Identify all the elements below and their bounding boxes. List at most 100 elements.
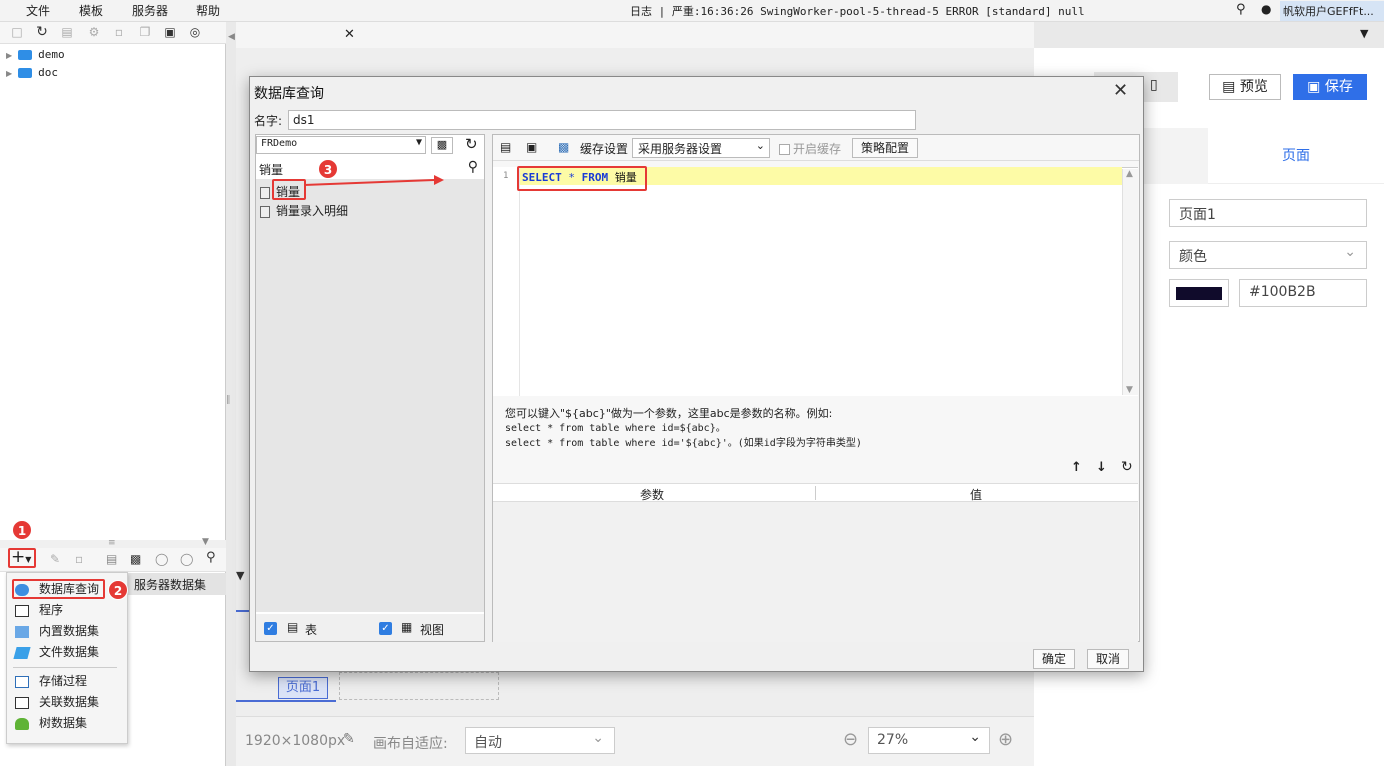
edit-size-icon[interactable]: ✎ xyxy=(343,731,355,747)
expand-arrow-icon[interactable]: ▶ xyxy=(6,69,12,78)
close-icon[interactable]: ✕ xyxy=(1113,80,1128,101)
save-query-icon[interactable]: ▣ xyxy=(526,140,537,154)
line-number: 1 xyxy=(503,171,509,181)
chevron-down-icon: ⌄ xyxy=(755,139,765,152)
query-icon[interactable]: ▩ xyxy=(130,552,141,566)
scroll-up-icon[interactable]: ▲ xyxy=(1126,169,1133,179)
checkbox-box[interactable] xyxy=(779,144,790,155)
name-label: 名字: xyxy=(254,114,283,128)
database-select[interactable]: FRDemo ▼ xyxy=(256,136,426,154)
show-views-checkbox[interactable]: ✓ xyxy=(379,622,392,635)
lock-icon[interactable]: ▣ xyxy=(163,25,177,39)
drag-handle-icon[interactable]: ≡ xyxy=(108,538,116,548)
param-table[interactable] xyxy=(493,502,1138,642)
settings-icon[interactable]: ⚙ xyxy=(87,25,101,39)
sql-editor[interactable] xyxy=(493,167,1138,396)
database-icon[interactable]: ◯ xyxy=(155,552,168,566)
scroll-down-icon[interactable]: ▼ xyxy=(1126,385,1133,395)
color-hex-field[interactable]: #100B2B xyxy=(1239,279,1367,307)
search-icon[interactable]: ⚲ xyxy=(468,159,478,175)
refresh-icon[interactable]: ↻ xyxy=(465,135,478,153)
collapse-left-icon[interactable]: ◀ xyxy=(228,32,235,42)
template-icon[interactable]: ▤ xyxy=(60,25,74,39)
dialog-title: 数据库查询 xyxy=(254,86,324,102)
folder-icon xyxy=(18,50,33,60)
menu-item-relation[interactable]: 关联数据集 xyxy=(15,692,99,712)
splitter-handle-icon[interactable]: ‖ xyxy=(226,395,236,405)
canvas-size: 1920×1080px xyxy=(245,733,346,749)
ok-button[interactable]: 确定 xyxy=(1033,649,1075,669)
embedded-table-icon xyxy=(15,625,29,638)
file-icon xyxy=(13,646,31,659)
page-label[interactable]: 页面1 xyxy=(278,677,328,699)
zoom-in-icon[interactable]: ⊕ xyxy=(998,730,1013,750)
search-icon[interactable]: ⚲ xyxy=(1236,2,1246,17)
tab-page[interactable]: 页面 xyxy=(1208,128,1384,184)
menu-item-program[interactable]: 程序 xyxy=(15,600,63,620)
delete-icon[interactable]: ▫ xyxy=(112,25,126,39)
tree-item-doc[interactable]: ▶ doc xyxy=(6,66,58,79)
step-badge-1: 1 xyxy=(12,520,32,540)
locate-icon[interactable]: ◎ xyxy=(188,25,202,39)
cancel-button[interactable]: 取消 xyxy=(1087,649,1129,669)
close-tab-icon[interactable]: ✕ xyxy=(344,27,355,42)
fit-select[interactable]: 自动 ⌄ xyxy=(465,727,615,754)
expand-arrow-icon[interactable]: ▶ xyxy=(6,51,12,60)
param-hint: 您可以键入"${abc}"做为一个参数，这里abc是参数的名称。例如: sele… xyxy=(505,407,862,449)
enable-cache-checkbox[interactable]: 开启缓存 xyxy=(779,140,841,157)
refresh-icon[interactable]: ↻ xyxy=(35,25,49,39)
tab-menu-icon[interactable]: ▼ xyxy=(1360,27,1368,40)
copy-icon[interactable]: ❐ xyxy=(138,25,152,39)
menu-item-embedded[interactable]: 内置数据集 xyxy=(15,621,99,641)
collapse-panel-icon[interactable]: ▼ xyxy=(236,569,244,582)
search-dataset-icon[interactable]: ⚲ xyxy=(206,550,216,565)
color-swatch[interactable] xyxy=(1176,287,1222,300)
preview-button[interactable]: ▤ 预览 xyxy=(1209,74,1281,100)
menu-help[interactable]: 帮助 xyxy=(196,2,220,19)
cache-icon: ▩ xyxy=(558,140,570,154)
server-dataset-label[interactable]: 服务器数据集 xyxy=(128,573,226,595)
chevron-down-icon: ▼ xyxy=(415,137,422,148)
preview-dataset-icon[interactable]: ▤ xyxy=(106,552,117,566)
log-message[interactable]: 日志 | 严重:16:36:26 SwingWorker-pool-5-thre… xyxy=(630,3,1085,19)
user-account[interactable]: 帆软用户GEFfFt... xyxy=(1280,1,1384,21)
zoom-out-icon[interactable]: ⊖ xyxy=(843,730,858,750)
refresh-params-icon[interactable]: ↻ xyxy=(1121,459,1133,475)
strategy-config-button[interactable]: 策略配置 xyxy=(852,138,918,158)
menu-file[interactable]: 文件 xyxy=(26,2,50,19)
editor-scrollbar[interactable]: ▲ ▼ xyxy=(1122,169,1138,395)
preview-query-icon[interactable]: ▤ xyxy=(500,140,511,154)
zoom-select[interactable]: 27% ⌄ xyxy=(868,727,990,754)
bell-icon[interactable]: ● xyxy=(1261,2,1271,16)
menu-item-file[interactable]: 文件数据集 xyxy=(13,642,99,662)
connection-settings-icon[interactable]: ▩ xyxy=(431,137,453,154)
menu-item-tree[interactable]: 树数据集 xyxy=(15,713,87,733)
collapse-arrow-icon[interactable]: ▼ xyxy=(202,537,209,547)
folder-icon xyxy=(18,68,33,78)
fill-type-select[interactable]: 颜色 ⌄ xyxy=(1169,241,1367,269)
move-down-icon[interactable]: ↓ xyxy=(1096,460,1107,475)
move-up-icon[interactable]: ↑ xyxy=(1071,460,1082,475)
show-tables-label: 表 xyxy=(305,623,318,637)
add-page-placeholder[interactable] xyxy=(339,672,499,700)
cache-mode-select[interactable]: 采用服务器设置 ⌄ xyxy=(632,138,770,158)
edit-icon[interactable]: ✎ xyxy=(50,552,60,566)
new-folder-icon[interactable]: □ xyxy=(10,25,24,39)
chevron-down-icon: ⌄ xyxy=(969,729,981,745)
database-settings-icon[interactable]: ◯ xyxy=(180,552,193,566)
page-name-field[interactable]: 页面1 xyxy=(1169,199,1367,227)
table-item-sales-detail[interactable]: 销量录入明细 xyxy=(260,202,348,219)
show-tables-checkbox[interactable]: ✓ xyxy=(264,622,277,635)
menu-server[interactable]: 服务器 xyxy=(132,2,168,19)
save-button[interactable]: ▣ 保存 xyxy=(1293,74,1367,100)
mobile-icon[interactable]: ▯ xyxy=(1150,77,1158,93)
add-dataset-button[interactable]: +▼ xyxy=(11,548,31,569)
line-gutter xyxy=(493,167,520,396)
tree-item-demo[interactable]: ▶ demo xyxy=(6,48,65,61)
dataset-name-input[interactable]: ds1 xyxy=(288,110,916,130)
tree-icon xyxy=(15,717,29,730)
menu-item-procedure[interactable]: 存储过程 xyxy=(15,671,87,691)
menu-template[interactable]: 模板 xyxy=(79,2,103,19)
table-icon xyxy=(260,186,270,199)
delete-dataset-icon[interactable]: ▫ xyxy=(75,552,83,566)
